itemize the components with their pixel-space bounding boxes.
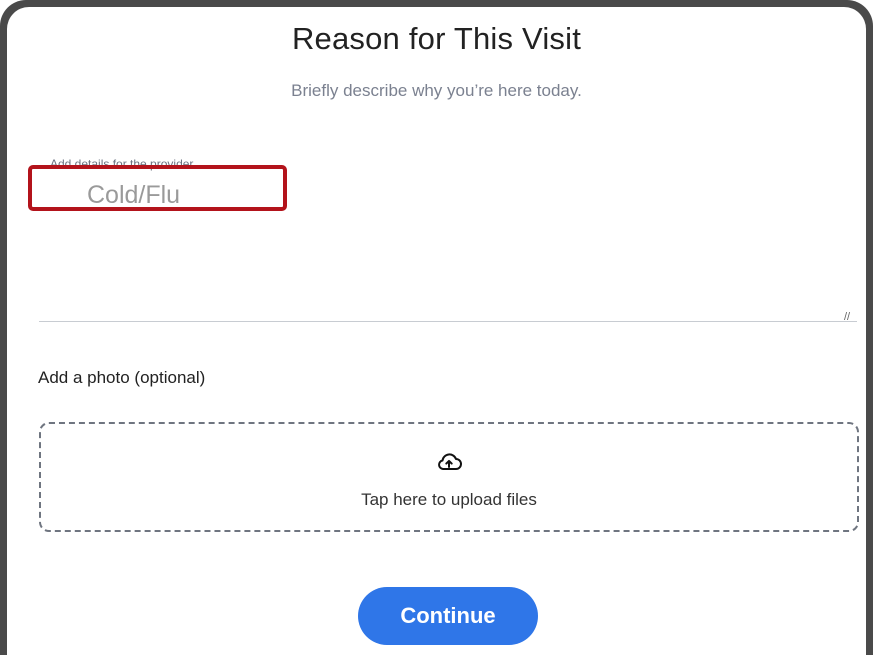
device-frame: Reason for This Visit Briefly describe w… <box>0 0 873 655</box>
page-subtitle: Briefly describe why you’re here today. <box>291 81 582 100</box>
page-title: Reason for This Visit <box>291 21 582 56</box>
resize-grip-icon[interactable]: // <box>844 311 850 323</box>
cloud-upload-icon <box>438 453 462 470</box>
upload-dropzone[interactable]: Tap here to upload files <box>39 422 859 532</box>
screen: Reason for This Visit Briefly describe w… <box>7 7 866 655</box>
upload-instruction: Tap here to upload files <box>361 490 537 509</box>
photo-section-label: Add a photo (optional) <box>38 368 206 387</box>
details-textarea[interactable] <box>39 167 857 322</box>
continue-button[interactable]: Continue <box>358 587 538 645</box>
